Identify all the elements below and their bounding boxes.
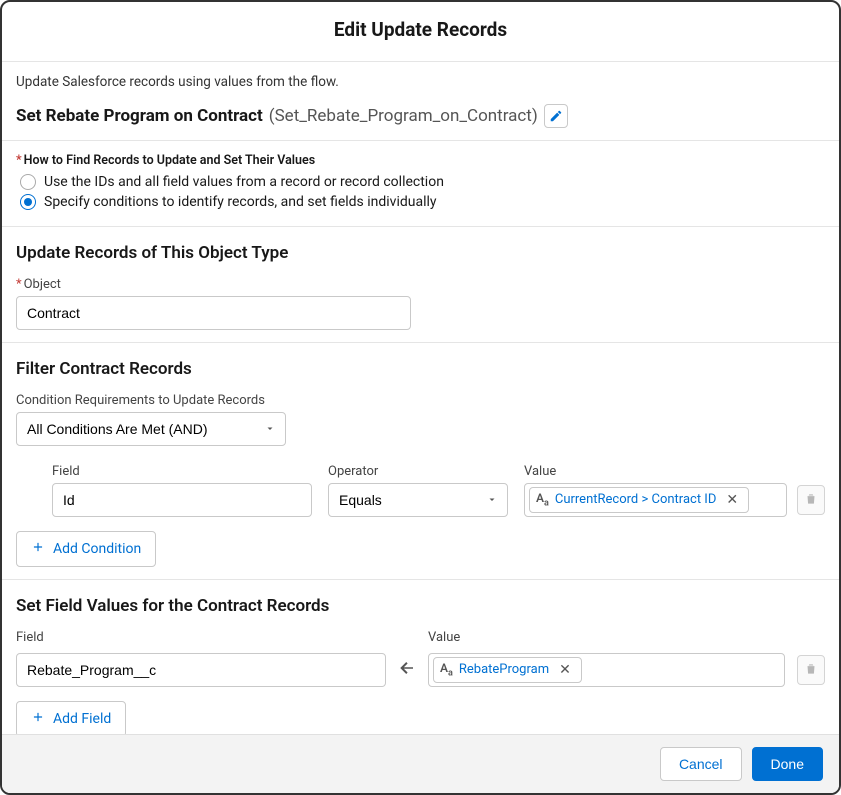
filter-section: Filter Contract Records Condition Requir… xyxy=(2,343,839,580)
assignment-field-label: Field xyxy=(16,630,386,645)
radio-use-ids[interactable] xyxy=(20,174,36,190)
arrow-left-icon xyxy=(398,659,416,681)
condition-value-input[interactable]: Aa CurrentRecord > Contract ID ✕ xyxy=(524,483,787,517)
modal-title: Edit Update Records xyxy=(2,18,839,41)
element-label: Set Rebate Program on Contract xyxy=(16,106,263,126)
condition-requirement-select[interactable] xyxy=(16,412,286,446)
object-type-title: Update Records of This Object Type xyxy=(16,243,825,263)
element-api-name: (Set_Rebate_Program_on_Contract) xyxy=(269,106,538,126)
modal-body: Update Salesforce records using values f… xyxy=(2,62,839,734)
condition-requirement-label: Condition Requirements to Update Records xyxy=(16,393,825,408)
add-condition-label: Add Condition xyxy=(53,541,141,557)
trash-icon xyxy=(804,661,818,680)
delete-condition-button[interactable] xyxy=(797,485,825,515)
done-button[interactable]: Done xyxy=(752,747,823,781)
add-condition-button[interactable]: Add Condition xyxy=(16,531,156,567)
text-type-icon: Aa xyxy=(536,491,549,508)
radio-use-ids-label: Use the IDs and all field values from a … xyxy=(44,174,444,190)
object-type-section: Update Records of This Object Type Objec… xyxy=(2,227,839,343)
set-field-values-section: Set Field Values for the Contract Record… xyxy=(2,580,839,734)
assignment-field-input[interactable] xyxy=(16,653,386,687)
plus-icon xyxy=(31,710,45,728)
plus-icon xyxy=(31,540,45,558)
trash-icon xyxy=(804,491,818,510)
flow-description: Update Salesforce records using values f… xyxy=(16,74,825,90)
remove-pill-icon[interactable]: ✕ xyxy=(722,492,742,508)
radio-specify-conditions[interactable] xyxy=(20,194,36,210)
text-type-icon: Aa xyxy=(440,661,453,678)
assignment-value-pill[interactable]: Aa RebateProgram ✕ xyxy=(433,657,582,682)
add-field-button[interactable]: Add Field xyxy=(16,701,126,734)
edit-update-records-modal: Edit Update Records Update Salesforce re… xyxy=(0,0,841,795)
remove-pill-icon[interactable]: ✕ xyxy=(555,662,575,678)
condition-field-label: Field xyxy=(52,464,312,479)
pencil-icon xyxy=(549,109,563,123)
condition-operator-label: Operator xyxy=(328,464,508,479)
cancel-button[interactable]: Cancel xyxy=(660,747,742,781)
condition-value-pill[interactable]: Aa CurrentRecord > Contract ID ✕ xyxy=(529,487,749,512)
find-method-title: How to Find Records to Update and Set Th… xyxy=(16,153,825,168)
find-method-section: How to Find Records to Update and Set Th… xyxy=(2,141,839,227)
radio-specify-conditions-label: Specify conditions to identify records, … xyxy=(44,194,437,210)
set-field-values-title: Set Field Values for the Contract Record… xyxy=(16,596,825,616)
filter-title: Filter Contract Records xyxy=(16,359,825,379)
edit-name-button[interactable] xyxy=(544,104,568,128)
summary-section: Update Salesforce records using values f… xyxy=(2,62,839,141)
assignment-value-input[interactable]: Aa RebateProgram ✕ xyxy=(428,653,785,687)
modal-header: Edit Update Records xyxy=(2,2,839,62)
condition-value-label: Value xyxy=(524,464,825,479)
assignment-value-pill-text: RebateProgram xyxy=(459,662,549,677)
modal-footer: Cancel Done xyxy=(2,734,839,793)
add-field-label: Add Field xyxy=(53,711,111,727)
delete-assignment-button[interactable] xyxy=(797,655,825,685)
object-input[interactable] xyxy=(16,296,411,330)
condition-value-pill-text: CurrentRecord > Contract ID xyxy=(555,492,717,507)
condition-field-input[interactable] xyxy=(52,483,312,517)
condition-operator-select[interactable] xyxy=(328,483,508,517)
assignment-value-label: Value xyxy=(428,630,785,645)
object-field-label: Object xyxy=(16,277,825,292)
